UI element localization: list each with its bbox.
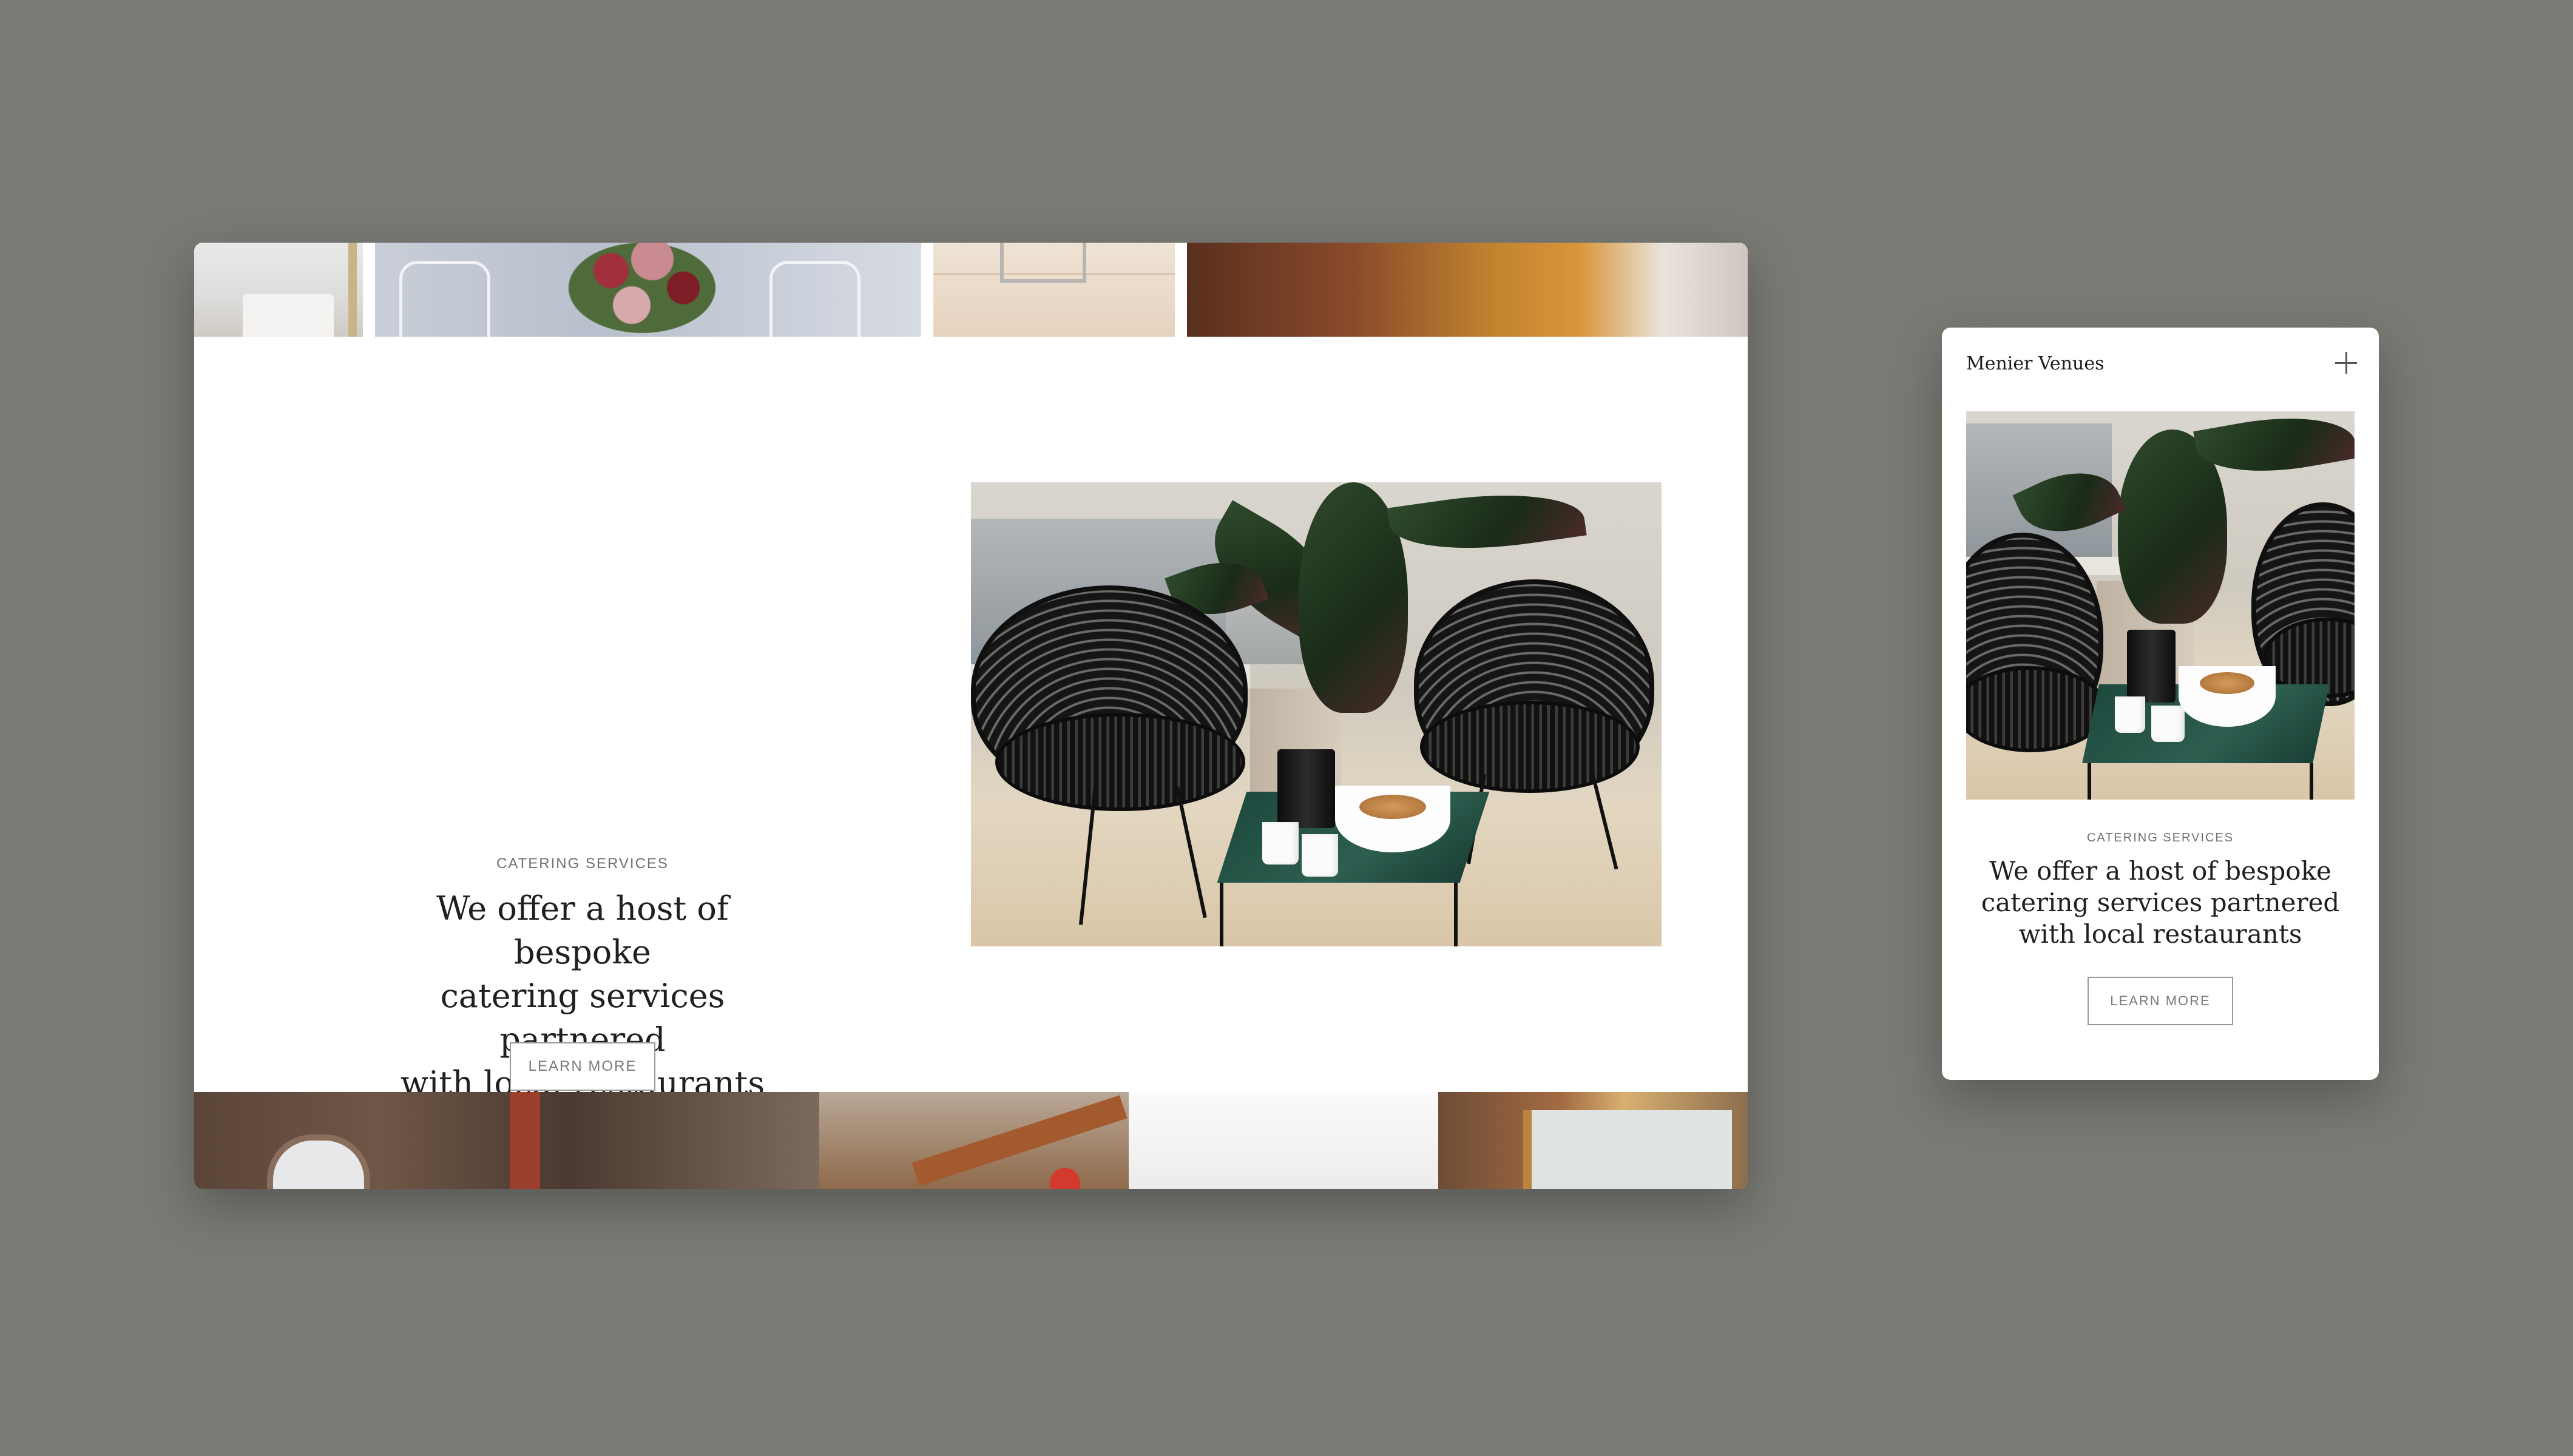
cup [2115, 696, 2145, 733]
learn-more-button[interactable]: LEARN MORE [510, 1042, 655, 1091]
gallery-top-strip [194, 243, 1748, 337]
french-press [2127, 630, 2176, 703]
chair-seat [995, 713, 1245, 811]
flower-arrangement [539, 243, 745, 337]
chair-seat [1966, 666, 2107, 752]
gallery-image[interactable] [819, 1092, 1129, 1189]
gallery-image[interactable] [194, 1092, 819, 1189]
gallery-image[interactable] [1187, 243, 1748, 337]
french-press [1277, 749, 1335, 828]
section-eyebrow: CATERING SERVICES [2086, 831, 2234, 844]
mobile-preview: Menier Venues CATERING SERVICES We offer… [1942, 328, 2379, 1080]
table-frame [2088, 763, 2313, 800]
desktop-preview: CATERING SERVICES We offer a host of bes… [194, 243, 1748, 1189]
catering-photo [971, 482, 1662, 946]
brand-logo[interactable]: Menier Venues [1966, 346, 2104, 382]
heading-line: We offer a host of bespoke [1989, 856, 2331, 886]
gallery-image[interactable] [194, 243, 363, 337]
heading-line: catering services partnered [1981, 888, 2340, 917]
learn-more-button[interactable]: LEARN MORE [2088, 977, 2233, 1025]
chair-shape [769, 261, 860, 337]
catering-photo [1966, 411, 2355, 800]
table-frame [1220, 883, 1458, 946]
gallery-image[interactable] [933, 243, 1175, 337]
section-heading: We offer a host of bespoke catering serv… [1966, 855, 2355, 950]
pastry [2200, 672, 2254, 694]
chair-leg [1175, 786, 1207, 918]
chair-seat [1420, 701, 1640, 793]
gallery-image[interactable] [1129, 1092, 1438, 1189]
chair-shape [399, 261, 490, 337]
plant-leaf [1387, 482, 1587, 562]
cup [1262, 822, 1299, 864]
chair-leg [1589, 768, 1618, 870]
plus-icon[interactable] [2334, 351, 2358, 375]
gallery-bottom-strip [194, 1092, 1748, 1189]
gallery-image[interactable] [375, 243, 921, 337]
cup [1302, 834, 1338, 877]
heading-line: We offer a host of bespoke [436, 889, 729, 971]
cup [2151, 706, 2185, 742]
heading-line: with local restaurants [2018, 919, 2302, 949]
gallery-image[interactable] [1438, 1092, 1748, 1189]
pastry [1359, 795, 1426, 819]
section-eyebrow: CATERING SERVICES [496, 855, 669, 872]
